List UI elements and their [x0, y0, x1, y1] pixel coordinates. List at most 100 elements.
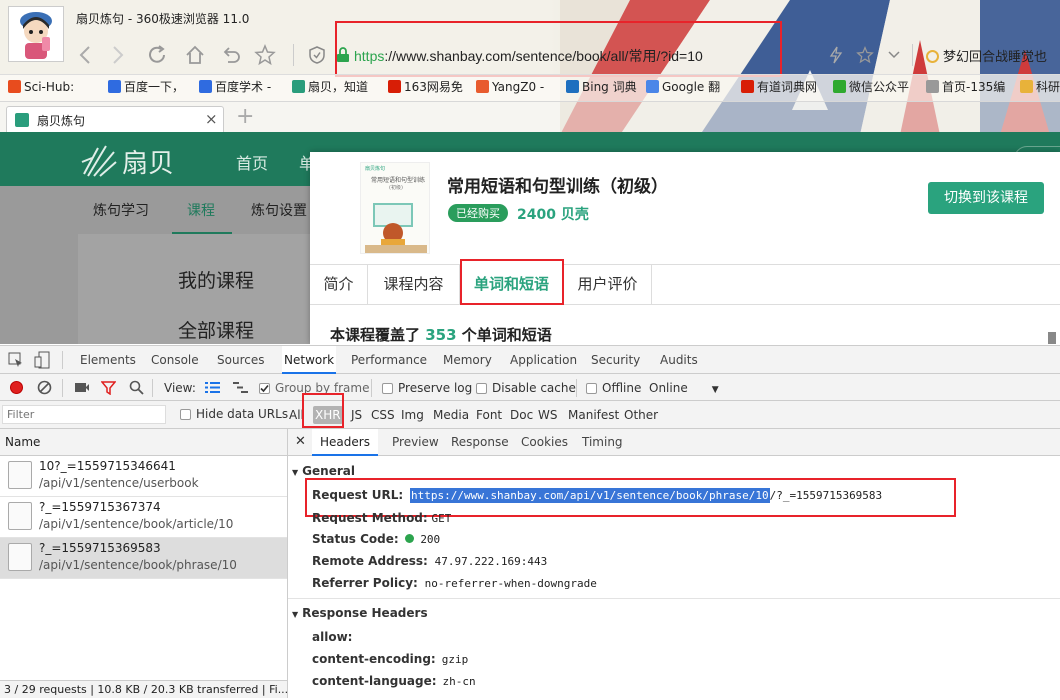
bookmark-item[interactable]: 扇贝，知道: [292, 78, 368, 96]
course-cover[interactable]: 扇贝炼句 常用短语和句型训练 (初级): [360, 162, 430, 254]
bookmark-item[interactable]: 百度一下，: [108, 78, 184, 96]
close-detail-icon[interactable]: ✕: [295, 434, 306, 449]
devtools-panel-tab[interactable]: Network: [282, 346, 337, 374]
type-filter-other[interactable]: Other: [622, 406, 660, 424]
site-subnav-item[interactable]: 炼句学习: [93, 200, 149, 220]
type-filter-label: CSS: [371, 408, 395, 422]
request-path: /api/v1/sentence/userbook: [39, 476, 199, 490]
forward-icon[interactable]: [108, 44, 128, 66]
reload-icon[interactable]: [146, 44, 168, 66]
devtools-panel-tab[interactable]: Audits: [660, 346, 698, 374]
type-filter-css[interactable]: CSS: [369, 406, 397, 424]
devtools-panel-tab[interactable]: Security: [591, 346, 640, 374]
collapse-triangle-icon: ▼: [292, 468, 299, 477]
switch-course-button[interactable]: 切换到该课程: [928, 182, 1044, 214]
bookmark-item[interactable]: Google 翻: [646, 78, 720, 96]
devtools-panel-tab[interactable]: Elements: [80, 346, 136, 374]
site-logo-text[interactable]: 扇贝: [122, 143, 174, 180]
filter-icon[interactable]: [101, 381, 116, 395]
course-summary: 本课程覆盖了 353 个单词和短语: [330, 324, 552, 344]
inspect-element-icon[interactable]: [8, 352, 24, 368]
type-filter-manifest[interactable]: Manifest: [566, 406, 621, 424]
bookmark-item[interactable]: 163网易免: [388, 78, 463, 96]
home-icon[interactable]: [184, 44, 206, 66]
bookmark-item[interactable]: Sci-Hub:: [8, 78, 74, 96]
bookmark-star-icon[interactable]: [856, 46, 874, 64]
response-header-row: content-language: zh-cn: [312, 674, 476, 688]
chevron-down-icon[interactable]: [887, 50, 901, 60]
sidebar-item-all-courses[interactable]: 全部课程: [178, 316, 254, 343]
device-toolbar-icon[interactable]: [34, 351, 52, 369]
cover-brand: 扇贝炼句: [365, 166, 386, 172]
star-icon[interactable]: [254, 44, 276, 66]
throttling-select[interactable]: Online ▼: [649, 381, 719, 395]
site-subnav-item[interactable]: 炼句设置: [251, 200, 307, 220]
back-icon[interactable]: [76, 44, 96, 66]
bookmark-item[interactable]: 科研: [1020, 78, 1060, 96]
clear-icon[interactable]: [37, 380, 52, 395]
response-headers-section-header[interactable]: ▼ Response Headers: [292, 606, 428, 620]
bookmark-label: 科研: [1036, 80, 1060, 94]
type-filter-doc[interactable]: Doc: [508, 406, 535, 424]
site-nav-item[interactable]: 首页: [236, 150, 268, 174]
detail-tab-label: Cookies: [521, 435, 568, 449]
hide-data-urls-checkbox[interactable]: Hide data URLs: [180, 407, 288, 421]
course-tab[interactable]: 用户评价: [564, 264, 652, 304]
request-path: /api/v1/sentence/book/phrase/10: [39, 558, 237, 572]
waterfall-icon[interactable]: [233, 381, 248, 394]
request-row[interactable]: ?_=1559715369583/api/v1/sentence/book/ph…: [0, 538, 287, 579]
type-filter-font[interactable]: Font: [474, 406, 504, 424]
disable-cache-checkbox[interactable]: Disable cache: [476, 381, 576, 395]
capture-screenshots-icon[interactable]: [74, 381, 90, 394]
summary-suffix: 个单词和短语: [461, 326, 552, 344]
sidebar-item-my-courses[interactable]: 我的课程: [178, 266, 254, 293]
page-scrollbar[interactable]: [1048, 332, 1056, 344]
detail-tab[interactable]: Preview: [384, 429, 447, 456]
side-tab[interactable]: 梦幻回合战睡觉也: [926, 46, 1047, 65]
devtools-panel-tab[interactable]: Console: [151, 346, 199, 374]
bookmark-item[interactable]: 百度学术 -: [199, 78, 271, 96]
new-tab-icon[interactable]: +: [236, 104, 254, 130]
general-section-header[interactable]: ▼ General: [292, 464, 355, 478]
name-column-header[interactable]: Name: [0, 429, 287, 456]
shield-icon[interactable]: [308, 46, 326, 64]
request-row[interactable]: ?_=1559715367374/api/v1/sentence/book/ar…: [0, 497, 287, 538]
devtools-panel-tab[interactable]: Memory: [443, 346, 492, 374]
devtools-panel-tab[interactable]: Application: [510, 346, 577, 374]
file-icon: [8, 543, 32, 571]
close-tab-icon[interactable]: ×: [205, 110, 218, 128]
preserve-log-checkbox[interactable]: Preserve log: [382, 381, 472, 395]
detail-tab[interactable]: Response: [443, 429, 517, 456]
offline-checkbox[interactable]: Offline: [586, 381, 641, 395]
type-filter-js[interactable]: JS: [349, 406, 364, 424]
response-header-key: allow:: [312, 630, 353, 644]
status-code-row: Status Code: 200: [312, 532, 440, 546]
bookmark-item[interactable]: 首页-135编: [926, 78, 1005, 96]
bookmark-item[interactable]: 微信公众平: [833, 78, 909, 96]
browser-avatar[interactable]: [8, 6, 64, 62]
site-subnav-item[interactable]: 课程: [187, 200, 215, 220]
lightning-icon[interactable]: [828, 46, 844, 64]
browser-tab-active[interactable]: 扇贝炼句 ×: [6, 106, 224, 132]
course-tab[interactable]: 简介: [310, 264, 368, 304]
course-tab[interactable]: 课程内容: [368, 264, 460, 304]
search-icon[interactable]: [129, 380, 144, 395]
filter-input[interactable]: [2, 405, 166, 424]
detail-tab[interactable]: Headers: [312, 429, 378, 456]
devtools-panel-tab[interactable]: Sources: [217, 346, 264, 374]
type-filter-ws[interactable]: WS: [536, 406, 559, 424]
type-filter-label: WS: [538, 408, 558, 422]
undo-icon[interactable]: [220, 44, 242, 66]
request-row[interactable]: 10?_=1559715346641/api/v1/sentence/userb…: [0, 456, 287, 497]
bookmark-item[interactable]: YangZ0 -: [476, 78, 544, 96]
shanbay-logo-icon[interactable]: [78, 140, 118, 178]
detail-tab[interactable]: Cookies: [513, 429, 576, 456]
large-rows-icon[interactable]: [205, 381, 220, 394]
detail-tab[interactable]: Timing: [574, 429, 631, 456]
bookmark-item[interactable]: Bing 词典: [566, 78, 637, 96]
type-filter-media[interactable]: Media: [431, 406, 471, 424]
devtools-panel-tab[interactable]: Performance: [351, 346, 427, 374]
bookmark-item[interactable]: 有道词典网: [741, 78, 817, 96]
type-filter-img[interactable]: Img: [399, 406, 426, 424]
record-icon[interactable]: [10, 381, 23, 394]
